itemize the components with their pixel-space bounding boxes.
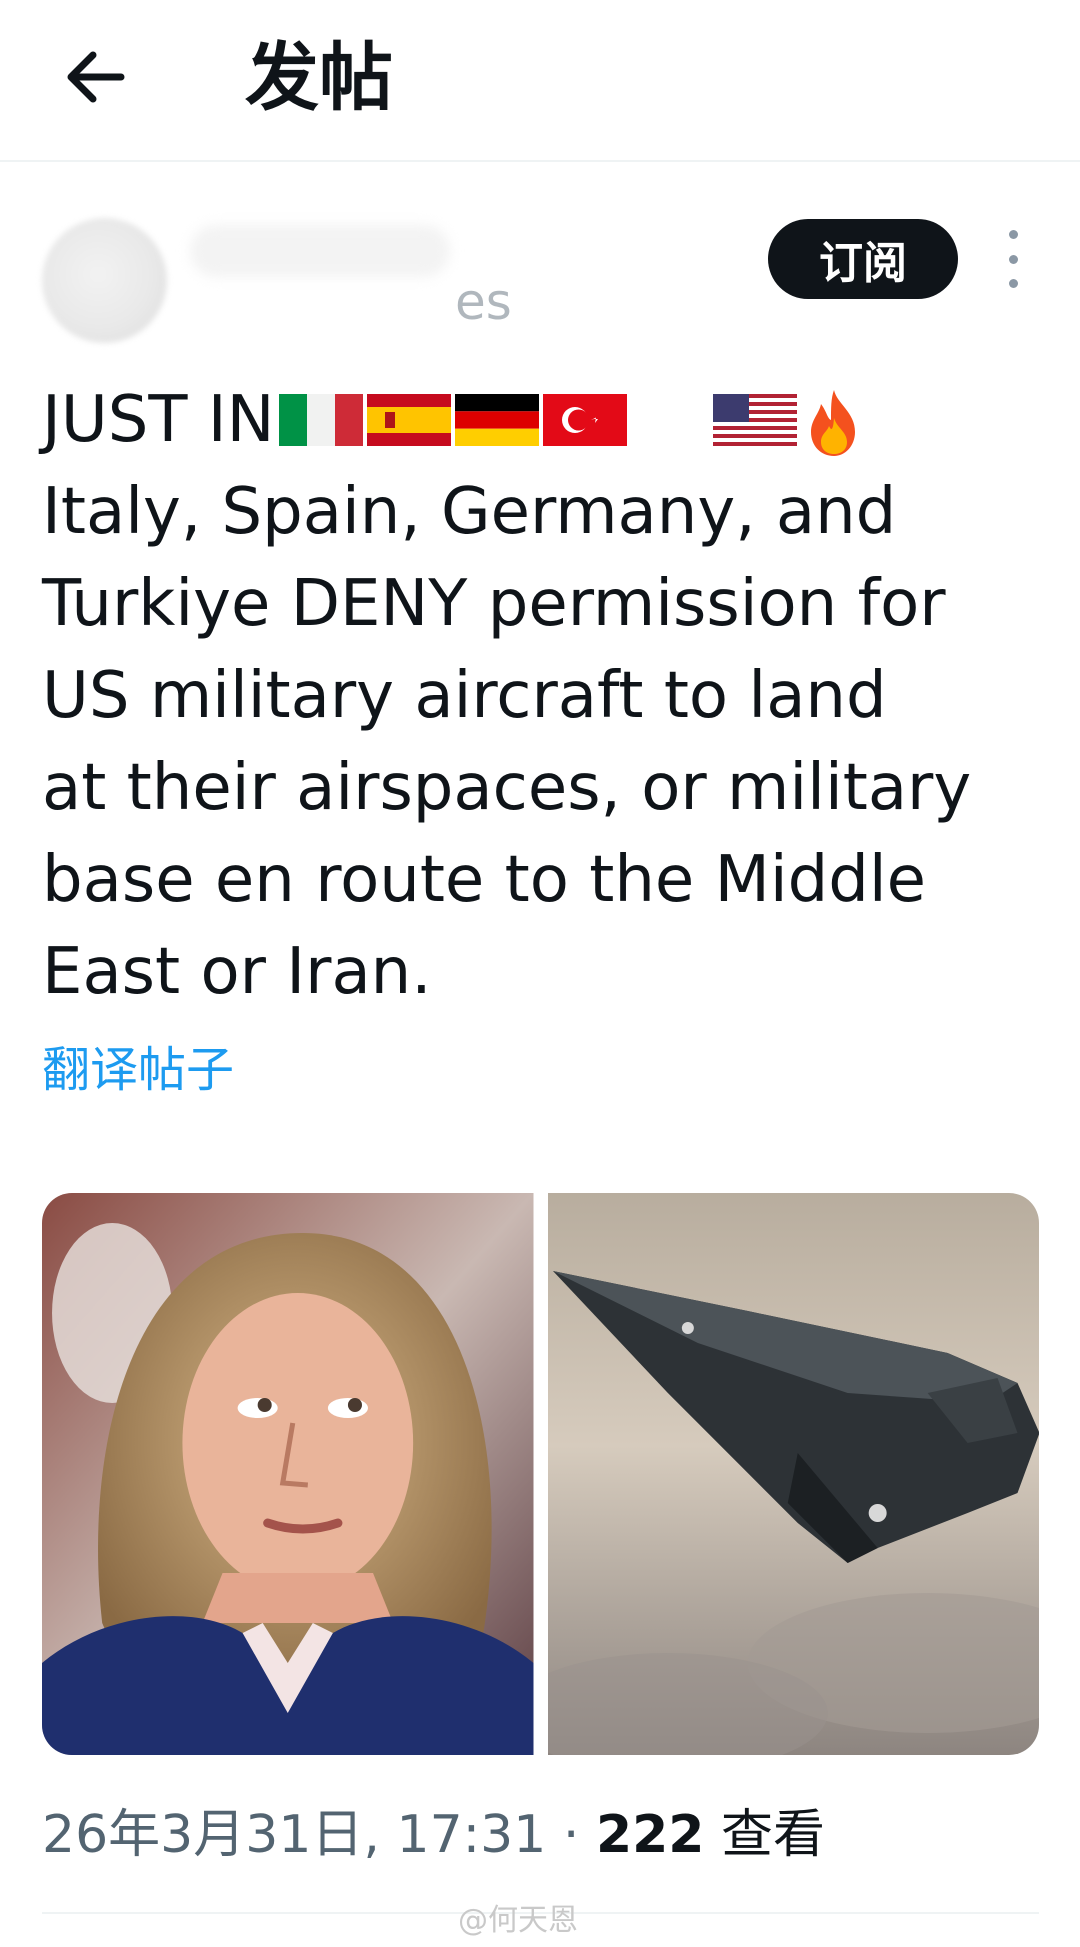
top-bar: 发帖 — [0, 0, 1080, 162]
author-handle[interactable]: es — [455, 272, 512, 332]
views-count: 222 — [595, 1805, 705, 1865]
post-line: at their airspaces, or military — [42, 751, 972, 825]
post-meta: 26年3月31日, 17:31 · 222 查看 — [42, 1797, 825, 1873]
author-name-blurred[interactable] — [190, 225, 450, 277]
flag-turkey-icon — [542, 394, 627, 446]
flag-usa-icon — [712, 394, 797, 446]
watermark: @何天恩 — [458, 1903, 578, 1938]
post-line: East or Iran. — [42, 935, 432, 1009]
flag-germany-icon — [454, 394, 539, 446]
flag-spain-icon — [366, 394, 451, 446]
arrow-left-icon — [65, 51, 125, 107]
views-label: 查看 — [721, 1805, 826, 1865]
fire-icon — [801, 390, 867, 456]
post-timestamp[interactable]: 26年3月31日, 17:31 — [42, 1805, 546, 1865]
flag-italy-icon — [278, 394, 363, 446]
meta-separator: · — [562, 1805, 580, 1865]
subscribe-button[interactable]: 订阅 — [768, 219, 958, 299]
back-button[interactable] — [52, 36, 138, 122]
portrait-photo[interactable] — [42, 1193, 534, 1755]
avatar[interactable] — [42, 218, 167, 343]
more-options-button[interactable] — [995, 230, 1031, 288]
post-line: Italy, Spain, Germany, and — [42, 475, 897, 549]
post-line: base en route to the Middle — [42, 843, 926, 917]
media-grid — [42, 1193, 1039, 1755]
post-headline: JUST IN — [42, 374, 1042, 466]
more-dot-icon — [1008, 254, 1018, 264]
page-title: 发帖 — [245, 35, 393, 121]
post-text: JUST IN Italy, Spain, Germany, and Turki… — [42, 374, 1042, 1018]
post-line: Turkiye DENY permission for — [42, 567, 946, 641]
headline-text: JUST IN — [42, 383, 275, 457]
more-dot-icon — [1008, 230, 1018, 239]
more-dot-icon — [1008, 279, 1018, 288]
post-line: US military aircraft to land — [42, 659, 887, 733]
stealth-aircraft-photo[interactable] — [547, 1193, 1039, 1755]
translate-post-link[interactable]: 翻译帖子 — [42, 1038, 234, 1102]
